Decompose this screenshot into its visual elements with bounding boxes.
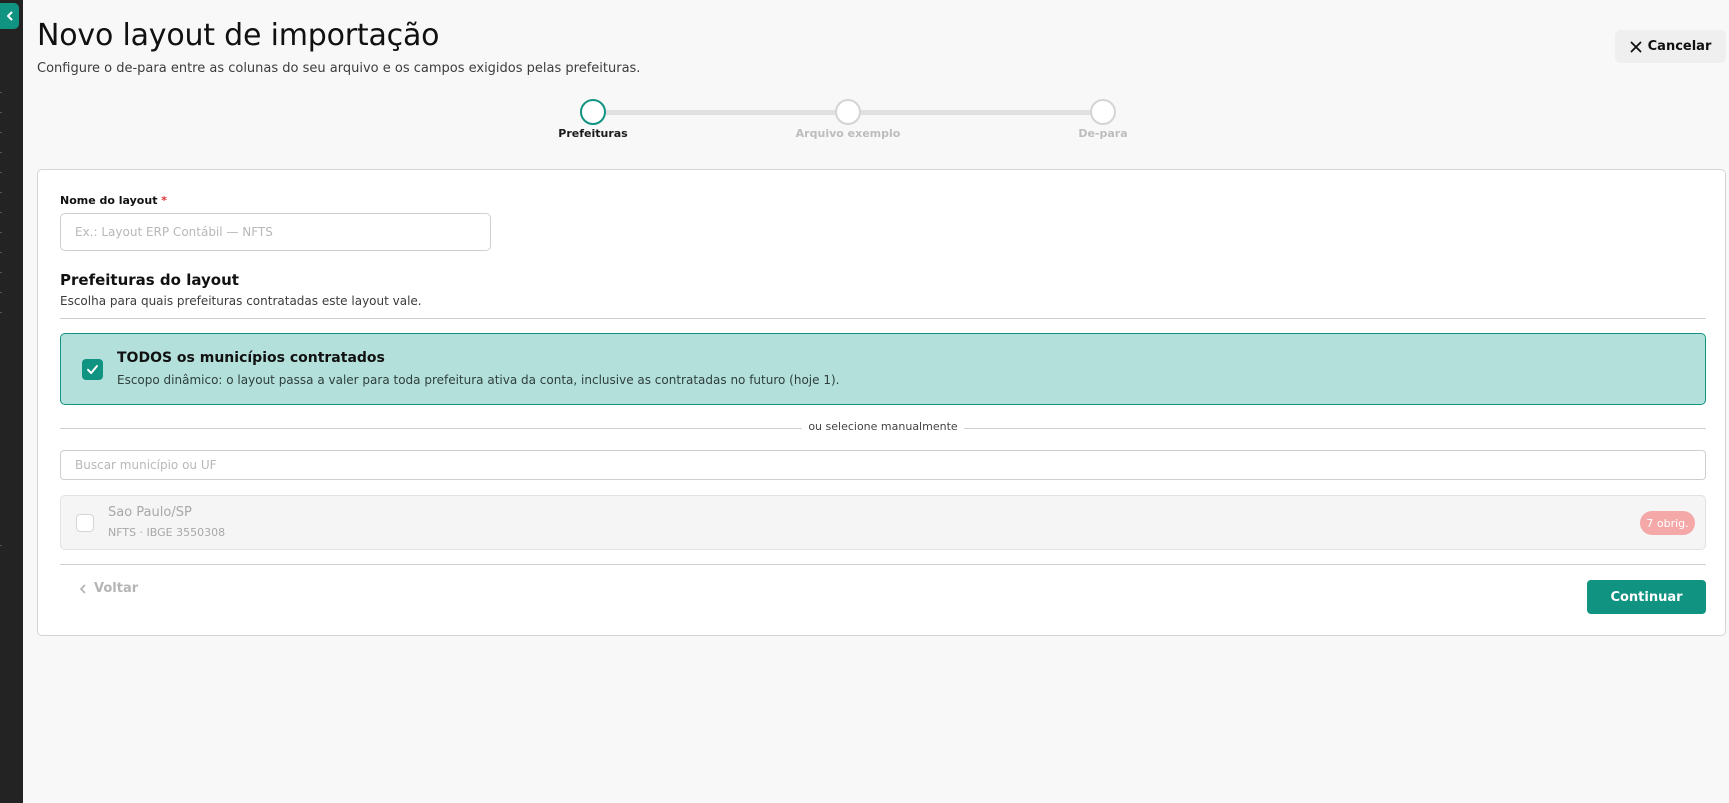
manual-selection-text-wrap: ou selecione manualmente [60,420,1706,433]
sidebar-marker [0,312,2,313]
sidebar-toggle-button[interactable] [0,3,19,29]
manual-selection-divider: ou selecione manualmente [60,420,1706,436]
checkmark-icon [87,365,98,374]
sidebar-marker [0,192,2,193]
sidebar-marker [0,132,2,133]
layout-name-input[interactable] [60,213,491,251]
sidebar-marker [0,252,2,253]
back-button-label: Voltar [94,581,139,596]
sidebar-marker [0,292,2,293]
municipality-search-input[interactable] [60,450,1706,480]
sidebar-marker [0,172,2,173]
sidebar-rail [0,0,23,803]
step-2-indicator [835,99,861,125]
sidebar-marker [0,272,2,273]
required-fields-badge: 7 obrig. [1640,511,1695,535]
municipality-list-item[interactable]: Sao Paulo/SP NFTS · IBGE 3550308 7 obrig… [60,495,1706,550]
municipality-checkbox[interactable] [76,514,94,532]
prefeituras-section-description: Escolha para quais prefeituras contratad… [60,294,422,308]
step-connector [861,110,1090,115]
cancel-button-label: Cancelar [1647,39,1712,54]
chevron-left-icon [6,11,12,21]
all-municipalities-title: TODOS os municípios contratados [117,350,385,366]
required-marker: * [161,194,168,207]
progress-stepper: Prefeituras Arquivo exemplo De-para [558,99,1180,149]
back-button[interactable]: Voltar [78,581,138,596]
all-municipalities-checkbox[interactable] [82,359,103,380]
sidebar-marker [0,152,2,153]
page-header: Novo layout de importação Configure o de… [37,16,640,78]
close-icon [1630,41,1642,52]
section-divider [60,318,1706,319]
manual-selection-text: ou selecione manualmente [802,420,964,433]
sidebar-marker [0,545,2,546]
page-subtitle: Configure o de-para entre as colunas do … [37,61,641,76]
sidebar-marker [0,232,2,233]
step-3-label: De-para [1078,127,1128,140]
page-title: Novo layout de importação [37,18,440,53]
prefeituras-section-title: Prefeituras do layout [60,271,239,289]
step-1-indicator [580,99,606,125]
chevron-left-icon [80,584,86,593]
step-connector [606,110,835,115]
layout-name-label: Nome do layout * [60,194,167,207]
sidebar-marker [0,212,2,213]
step-3-indicator [1090,99,1116,125]
sidebar-marker [0,112,2,113]
layout-name-label-text: Nome do layout [60,194,158,207]
footer-divider [60,564,1706,565]
layout-form-card: Nome do layout * Prefeituras do layout E… [37,169,1726,636]
sidebar-marker [0,92,2,93]
step-1-label: Prefeituras [558,127,628,140]
municipality-name: Sao Paulo/SP [108,505,192,520]
step-2-label: Arquivo exemplo [795,127,901,140]
municipality-meta: NFTS · IBGE 3550308 [108,526,226,539]
continue-button[interactable]: Continuar [1587,580,1706,614]
all-municipalities-description: Escopo dinâmico: o layout passa a valer … [117,373,840,387]
cancel-button[interactable]: Cancelar [1615,30,1726,63]
all-municipalities-option[interactable]: TODOS os municípios contratados Escopo d… [60,333,1706,405]
